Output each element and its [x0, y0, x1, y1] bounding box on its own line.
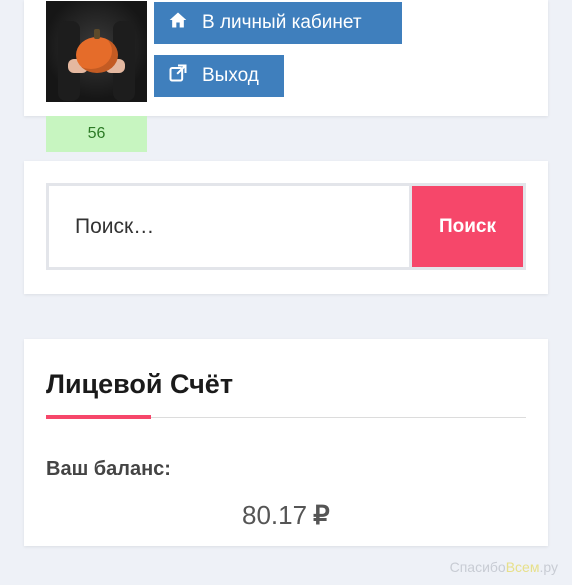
watermark-part1: Спасибо [449, 559, 506, 575]
watermark-part3: .ру [539, 559, 558, 575]
personal-cabinet-label: В личный кабинет [202, 12, 362, 33]
avatar[interactable] [46, 1, 147, 102]
rating-badge: 56 [46, 116, 147, 152]
avatar-pumpkin-stem [94, 29, 100, 39]
watermark: СпасибоВсем.ру [450, 559, 558, 575]
avatar-pumpkin [76, 37, 118, 73]
home-icon [168, 10, 202, 36]
title-accent-bar [46, 415, 151, 419]
search-button[interactable]: Поиск [409, 186, 523, 267]
search-form: Поиск [46, 183, 526, 270]
balance-title: Лицевой Счёт [46, 369, 234, 399]
balance-label: Ваш баланс: [46, 458, 171, 480]
search-input[interactable] [49, 186, 409, 267]
personal-cabinet-button[interactable]: В личный кабинет [154, 2, 402, 44]
balance-value: 80.17 ₽ [242, 500, 330, 531]
external-link-icon [168, 63, 202, 89]
exit-button[interactable]: Выход [154, 55, 284, 97]
currency-symbol: ₽ [313, 500, 330, 530]
watermark-part2: Всем [505, 559, 540, 575]
exit-label: Выход [202, 65, 259, 86]
balance-amount: 80.17 [242, 500, 308, 530]
